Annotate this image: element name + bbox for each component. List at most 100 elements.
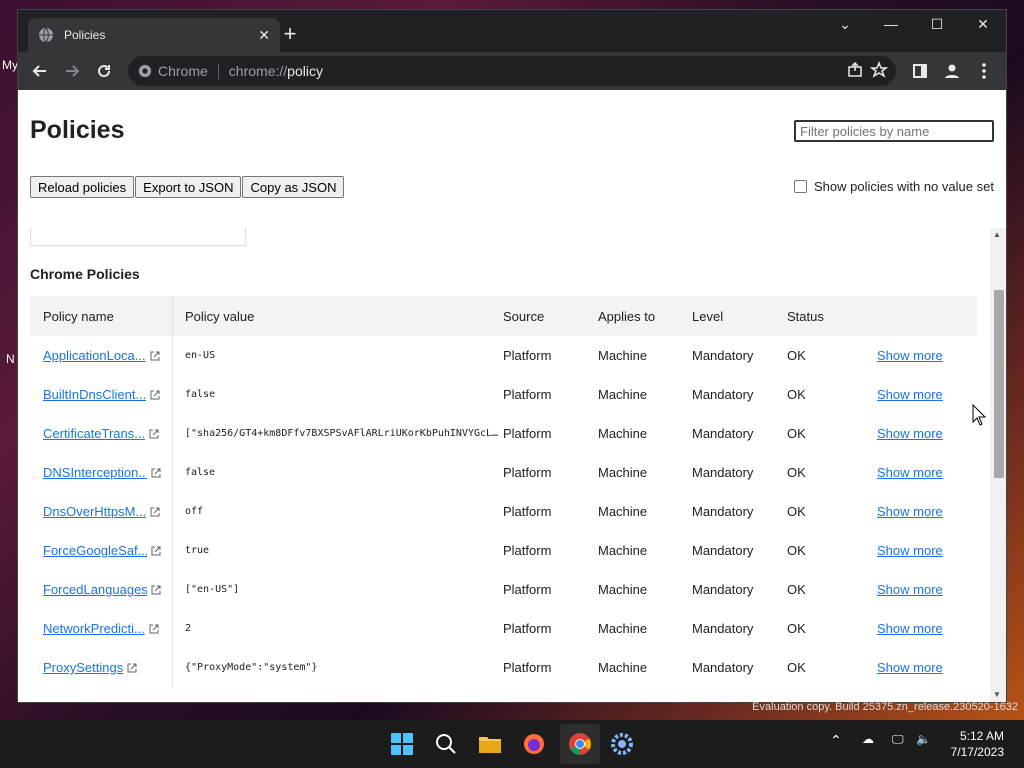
policy-name-cell: ForceGoogleSaf... (30, 543, 173, 558)
scrollbar-thumb[interactable] (994, 290, 1004, 478)
show-more-link[interactable]: Show more (877, 660, 943, 675)
taskbar: ⌃ ☁ 🖵 🔈 5:12 AM 7/17/2023 (0, 720, 1024, 768)
network-icon[interactable]: 🖵 (892, 732, 904, 747)
policy-name-link[interactable]: DNSInterception... (43, 465, 147, 480)
table-row: BuiltInDnsClient... false Platform Machi… (30, 375, 977, 414)
share-icon[interactable] (846, 61, 864, 79)
side-panel-button[interactable] (906, 57, 934, 85)
policy-name-link[interactable]: CertificateTrans... (43, 426, 145, 441)
policy-name-link[interactable]: BuiltInDnsClient... (43, 387, 146, 402)
tab-policies[interactable]: Policies ✕ (28, 18, 280, 52)
external-link-icon[interactable] (127, 663, 137, 673)
settings-taskbar-button[interactable] (606, 728, 638, 760)
status-cell: OK (787, 621, 806, 636)
tab-close-icon[interactable]: ✕ (258, 27, 270, 44)
external-link-icon[interactable] (149, 624, 159, 634)
chevron-up-icon[interactable]: ⌃ (830, 732, 842, 749)
close-window-button[interactable]: ✕ (968, 16, 998, 33)
show-more-link[interactable]: Show more (877, 426, 943, 441)
minimize-button[interactable]: — (876, 16, 906, 32)
applies-to-cell: Machine (598, 465, 648, 480)
show-more-link[interactable]: Show more (877, 621, 943, 636)
source-cell: Platform (503, 504, 552, 519)
applies-to-cell: Machine (598, 387, 648, 402)
address-bar[interactable]: Chrome chrome://policy (128, 56, 896, 86)
table-row: CertificateTrans... ["sha256/GT4+km8DFfv… (30, 414, 977, 453)
volume-icon[interactable]: 🔈 (916, 732, 931, 746)
column-divider (172, 296, 173, 336)
firefox-icon (524, 734, 544, 754)
clock[interactable]: 5:12 AM 7/17/2023 (951, 728, 1004, 760)
search-button[interactable] (430, 728, 462, 760)
filter-policies-input[interactable] (794, 120, 994, 142)
external-link-icon[interactable] (150, 351, 160, 361)
header-level: Level (692, 308, 724, 324)
export-json-button[interactable]: Export to JSON (135, 176, 242, 198)
external-link-icon[interactable] (149, 429, 159, 439)
policy-name-cell: BuiltInDnsClient... (30, 387, 173, 402)
status-cell: OK (787, 582, 806, 597)
policy-value-cell: en-US (185, 350, 216, 361)
column-divider (172, 414, 173, 453)
level-cell: Mandatory (692, 465, 754, 480)
external-link-icon[interactable] (150, 507, 160, 517)
policy-name-link[interactable]: ApplicationLoca... (43, 348, 146, 363)
scrollbar[interactable]: ▲ ▼ (990, 228, 1006, 702)
column-divider (172, 648, 173, 687)
external-link-icon[interactable] (151, 468, 161, 478)
policy-value-cell: off (185, 506, 204, 517)
start-button[interactable] (386, 728, 418, 760)
reload-policies-button[interactable]: Reload policies (30, 176, 135, 198)
policy-name-link[interactable]: DnsOverHttpsM... (43, 504, 146, 519)
menu-button[interactable] (970, 57, 998, 85)
applies-to-cell: Machine (598, 543, 648, 558)
show-more-link[interactable]: Show more (877, 387, 943, 402)
scroll-down-arrow-icon[interactable]: ▼ (993, 690, 1001, 699)
source-cell: Platform (503, 543, 552, 558)
policy-name-link[interactable]: ProxySettings (43, 660, 123, 675)
policy-value-cell: ["sha256/GT4+km8DFfv7BXSPSvAFlARLriUKorK… (185, 428, 499, 439)
show-more-link[interactable]: Show more (877, 504, 943, 519)
show-more-link[interactable]: Show more (877, 582, 943, 597)
source-cell: Platform (503, 465, 552, 480)
column-divider (172, 531, 173, 570)
show-more-link[interactable]: Show more (877, 543, 943, 558)
copy-json-button[interactable]: Copy as JSON (242, 176, 345, 198)
url-path: policy (287, 63, 323, 79)
new-tab-button[interactable]: + (278, 23, 302, 45)
show-no-value-toggle[interactable]: Show policies with no value set (794, 179, 994, 194)
file-explorer-button[interactable] (474, 728, 506, 760)
policy-name-link[interactable]: ForcedLanguages (43, 582, 147, 597)
column-divider (172, 336, 173, 375)
source-cell: Platform (503, 582, 552, 597)
maximize-button[interactable]: ☐ (922, 16, 952, 33)
status-cell: OK (787, 348, 806, 363)
back-button[interactable] (26, 57, 54, 85)
external-link-icon[interactable] (150, 390, 160, 400)
external-link-icon[interactable] (151, 585, 161, 595)
cloud-offline-icon[interactable]: ☁ (862, 732, 874, 746)
section-title: Chrome Policies (30, 266, 140, 282)
firefox-button[interactable] (518, 728, 550, 760)
forward-button[interactable] (58, 57, 86, 85)
chrome-logo-icon (138, 64, 152, 78)
show-more-link[interactable]: Show more (877, 465, 943, 480)
external-link-icon[interactable] (151, 546, 161, 556)
page-title: Policies (30, 116, 125, 144)
chrome-taskbar-button[interactable] (560, 724, 600, 764)
policy-name-link[interactable]: NetworkPredicti... (43, 621, 145, 636)
policy-name-link[interactable]: ForceGoogleSaf... (43, 543, 147, 558)
scroll-up-arrow-icon[interactable]: ▲ (993, 230, 1001, 239)
status-cell: OK (787, 465, 806, 480)
profile-button[interactable] (938, 57, 966, 85)
show-no-value-checkbox[interactable] (794, 180, 807, 193)
source-cell: Platform (503, 426, 552, 441)
policy-value-cell: false (185, 467, 216, 478)
tab-search-icon[interactable]: ⌄ (830, 16, 860, 33)
reload-button[interactable] (90, 57, 118, 85)
bookmark-star-icon[interactable] (870, 61, 888, 79)
kebab-menu-icon (982, 63, 986, 79)
level-cell: Mandatory (692, 582, 754, 597)
show-more-link[interactable]: Show more (877, 348, 943, 363)
policy-scroll-area[interactable]: Chrome Policies Policy name Policy value… (18, 228, 1006, 702)
